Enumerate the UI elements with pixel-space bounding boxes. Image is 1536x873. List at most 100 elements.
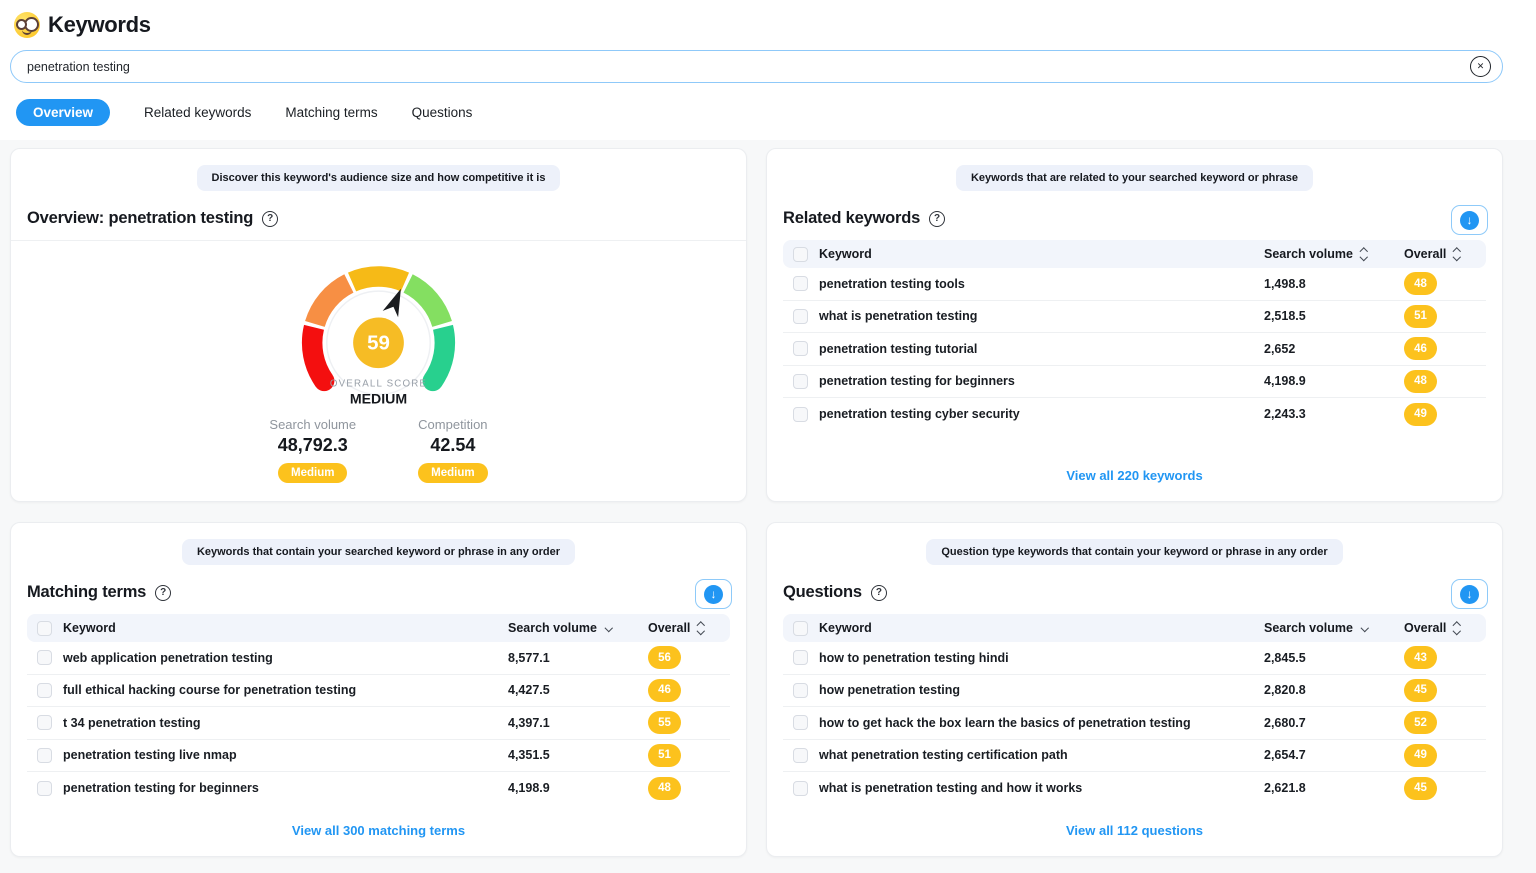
overall-score-badge: 46: [1404, 337, 1437, 360]
row-checkbox[interactable]: [37, 650, 52, 665]
select-all-checkbox[interactable]: [37, 621, 52, 636]
sort-icon: [698, 623, 704, 634]
competition-label: Competition: [418, 417, 487, 432]
keyword-column-header: Keyword: [819, 621, 1264, 635]
search-volume-column-header[interactable]: Search volume: [508, 621, 648, 635]
matching-terms-panel: Keywords that contain your searched keyw…: [10, 522, 747, 857]
overall-score-badge: 51: [1404, 305, 1437, 328]
overall-column-header[interactable]: Overall: [1404, 247, 1476, 261]
view-all-questions-link[interactable]: View all 112 questions: [783, 808, 1486, 846]
row-checkbox[interactable]: [793, 683, 808, 698]
overall-score-badge: 49: [1404, 744, 1437, 767]
clear-search-icon[interactable]: ✕: [1470, 56, 1491, 77]
row-checkbox[interactable]: [793, 374, 808, 389]
table-row: penetration testing tutorial 2,652 46: [783, 333, 1486, 366]
tab-overview[interactable]: Overview: [16, 99, 110, 126]
page-header-area: Keywords ✕ Overview Related keywords Mat…: [0, 0, 1536, 140]
help-icon[interactable]: ?: [929, 211, 945, 227]
search-input[interactable]: [10, 50, 1503, 83]
overall-column-header[interactable]: Overall: [1404, 621, 1476, 635]
questions-hint-badge: Question type keywords that contain your…: [926, 539, 1342, 565]
select-all-checkbox[interactable]: [793, 621, 808, 636]
table-row: penetration testing for beginners 4,198.…: [27, 772, 730, 805]
search-volume-cell: 4,198.9: [1264, 374, 1404, 388]
row-checkbox[interactable]: [793, 276, 808, 291]
table-row: web application penetration testing 8,57…: [27, 642, 730, 675]
overall-score-gauge: 59OVERALL SCOREMEDIUM: [27, 241, 730, 415]
table-header: Keyword Search volume Overall: [783, 614, 1486, 642]
table-row: what is penetration testing and how it w…: [783, 772, 1486, 805]
keyword-cell: how to penetration testing hindi: [819, 651, 1264, 665]
keyword-cell: how to get hack the box learn the basics…: [819, 716, 1264, 730]
sort-desc-icon: [606, 626, 612, 631]
help-icon[interactable]: ?: [871, 585, 887, 601]
keyword-column-header: Keyword: [63, 621, 508, 635]
row-checkbox[interactable]: [793, 309, 808, 324]
matching-terms-table: web application penetration testing 8,57…: [27, 642, 730, 805]
download-button[interactable]: ↓: [1451, 579, 1488, 609]
search-volume-stat: Search volume 48,792.3 Medium: [269, 417, 356, 483]
keyword-cell: full ethical hacking course for penetrat…: [63, 683, 508, 697]
search-volume-cell: 8,577.1: [508, 651, 648, 665]
competition-value: 42.54: [418, 435, 487, 456]
search-volume-cell: 2,621.8: [1264, 781, 1404, 795]
search-volume-cell: 1,498.8: [1264, 277, 1404, 291]
row-checkbox[interactable]: [37, 748, 52, 763]
row-checkbox[interactable]: [37, 683, 52, 698]
nerd-face-emoji-icon: [14, 12, 40, 38]
overview-panel-title: Overview: penetration testing: [27, 209, 253, 228]
row-checkbox[interactable]: [793, 650, 808, 665]
select-all-checkbox[interactable]: [793, 247, 808, 262]
search-volume-column-header[interactable]: Search volume: [1264, 621, 1404, 635]
search-volume-cell: 2,243.3: [1264, 407, 1404, 421]
overall-score-badge: 52: [1404, 711, 1437, 734]
sort-icon: [1454, 249, 1460, 260]
tab-questions[interactable]: Questions: [412, 99, 473, 126]
help-icon[interactable]: ?: [155, 585, 171, 601]
table-header: Keyword Search volume Overall: [27, 614, 730, 642]
search-volume-cell: 4,351.5: [508, 748, 648, 762]
row-checkbox[interactable]: [793, 341, 808, 356]
download-button[interactable]: ↓: [1451, 205, 1488, 235]
help-icon[interactable]: ?: [262, 211, 278, 227]
search-volume-cell: 2,652: [1264, 342, 1404, 356]
table-row: how penetration testing 2,820.8 45: [783, 675, 1486, 708]
questions-panel-title: Questions: [783, 583, 862, 602]
table-row: how to penetration testing hindi 2,845.5…: [783, 642, 1486, 675]
overall-column-header[interactable]: Overall: [648, 621, 720, 635]
keyword-cell: t 34 penetration testing: [63, 716, 508, 730]
search-volume-value: 48,792.3: [269, 435, 356, 456]
table-row: penetration testing for beginners 4,198.…: [783, 366, 1486, 399]
row-checkbox[interactable]: [793, 781, 808, 796]
overall-score-badge: 45: [1404, 777, 1437, 800]
search-bar: ✕: [10, 50, 1503, 83]
related-panel-title: Related keywords: [783, 209, 920, 228]
table-row: full ethical hacking course for penetrat…: [27, 675, 730, 708]
row-checkbox[interactable]: [37, 781, 52, 796]
row-checkbox[interactable]: [37, 715, 52, 730]
overall-score-badge: 46: [648, 679, 681, 702]
view-all-matching-terms-link[interactable]: View all 300 matching terms: [27, 808, 730, 846]
related-hint-badge: Keywords that are related to your search…: [956, 165, 1313, 191]
panels-grid: Discover this keyword's audience size an…: [10, 148, 1503, 857]
view-all-keywords-link[interactable]: View all 220 keywords: [783, 453, 1486, 491]
overview-stats: Search volume 48,792.3 Medium Competitio…: [27, 417, 730, 491]
tab-related-keywords[interactable]: Related keywords: [144, 99, 251, 126]
overall-score-badge: 48: [648, 777, 681, 800]
download-button[interactable]: ↓: [695, 579, 732, 609]
tab-matching-terms[interactable]: Matching terms: [285, 99, 377, 126]
keyword-cell: what is penetration testing: [819, 309, 1264, 323]
overall-score-badge: 56: [648, 646, 681, 669]
search-volume-column-header[interactable]: Search volume: [1264, 247, 1404, 261]
matching-hint-badge: Keywords that contain your searched keyw…: [182, 539, 575, 565]
overall-score-badge: 43: [1404, 646, 1437, 669]
search-volume-label: Search volume: [269, 417, 356, 432]
download-icon: ↓: [1460, 585, 1479, 604]
competition-stat: Competition 42.54 Medium: [418, 417, 487, 483]
svg-text:OVERALL SCORE: OVERALL SCORE: [330, 379, 427, 390]
row-checkbox[interactable]: [793, 748, 808, 763]
row-checkbox[interactable]: [793, 407, 808, 422]
keyword-cell: penetration testing tutorial: [819, 342, 1264, 356]
row-checkbox[interactable]: [793, 715, 808, 730]
keyword-cell: penetration testing for beginners: [63, 781, 508, 795]
